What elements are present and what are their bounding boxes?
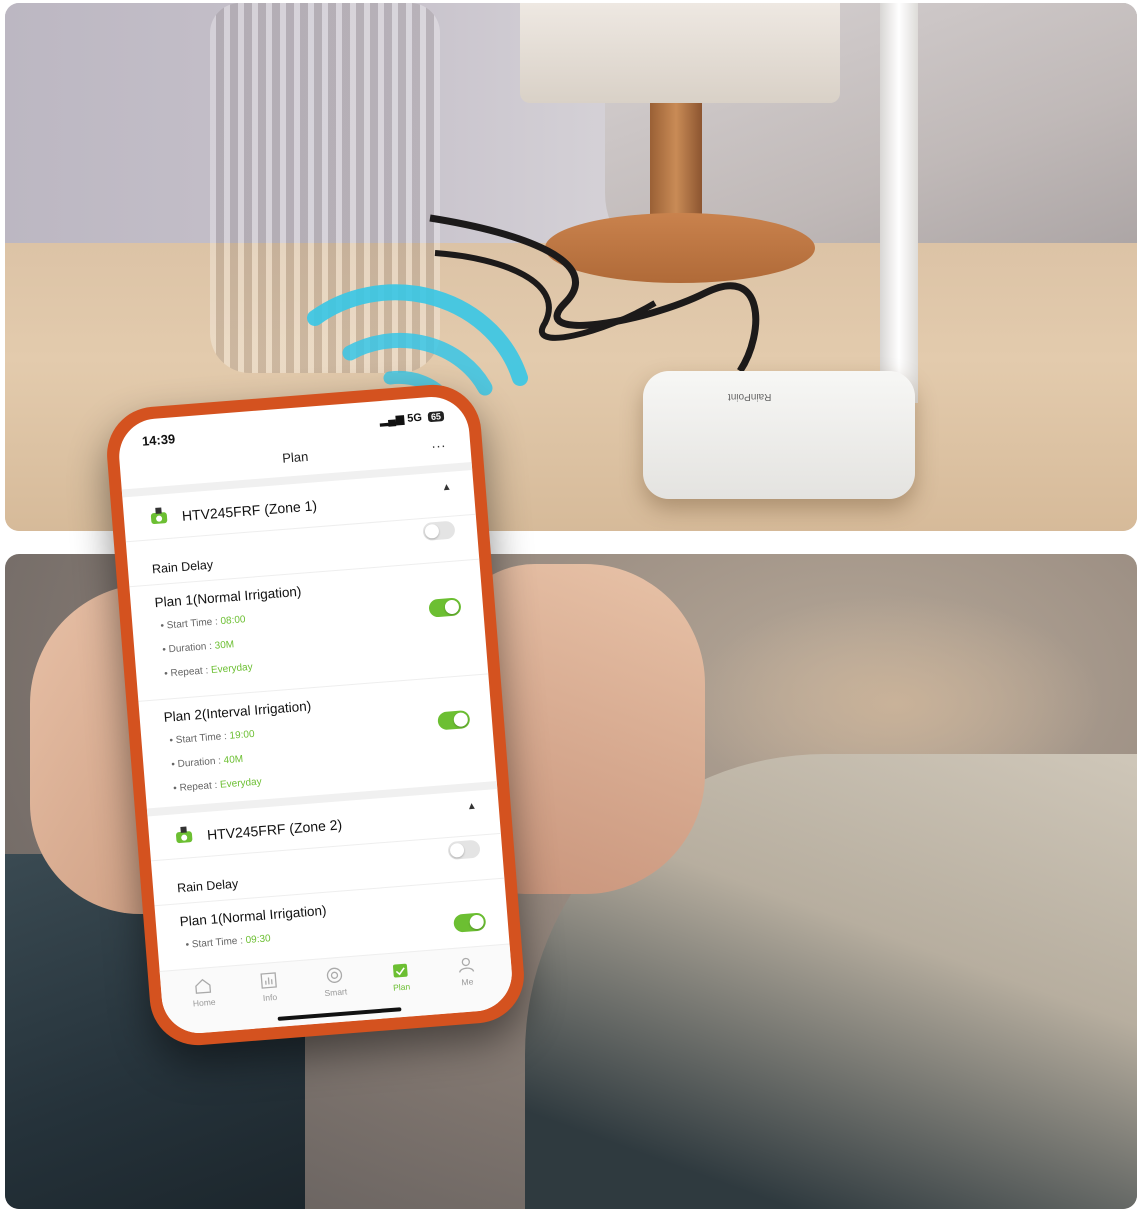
- lamp-pole: [880, 3, 918, 403]
- toggle-knob: [449, 842, 465, 858]
- plan-repeat: • Repeat : Everyday: [172, 776, 263, 795]
- tab-label: Home: [192, 996, 216, 1009]
- calendar-check-icon: [392, 963, 408, 978]
- chart-icon: [260, 972, 277, 989]
- status-time: 14:39: [141, 431, 176, 449]
- home-icon: [195, 978, 212, 994]
- toggle-knob: [453, 712, 469, 728]
- signal-bars-icon: ▂▄▆: [379, 413, 405, 428]
- zone-title: HTV245FRF (Zone 1): [181, 497, 318, 524]
- smartphone: 14:39 ▂▄▆ 5G 65 Plan ... HTV245FRF (Zone…: [103, 381, 528, 1049]
- tab-label: Smart: [324, 986, 348, 999]
- collapse-caret-icon[interactable]: ▲: [466, 801, 477, 813]
- zone-title: HTV245FRF (Zone 2): [206, 816, 343, 843]
- plan-repeat: • Repeat : Everyday: [163, 661, 254, 680]
- tab-me[interactable]: Me: [437, 954, 495, 989]
- tab-label: Plan: [392, 981, 411, 993]
- more-icon[interactable]: ...: [431, 434, 447, 451]
- home-indicator[interactable]: [277, 1007, 402, 1021]
- tab-home[interactable]: Home: [174, 975, 232, 1010]
- plan-duration: • Duration : 40M: [171, 753, 244, 771]
- toggle-knob: [444, 599, 460, 615]
- plan-title: Plan 2(Interval Irrigation): [163, 698, 312, 725]
- battery-icon: 65: [427, 411, 445, 423]
- valve-device-icon: [176, 826, 193, 844]
- rain-delay-toggle[interactable]: [447, 839, 481, 860]
- tab-info[interactable]: Info: [240, 969, 298, 1004]
- toggle-knob: [469, 914, 485, 930]
- tab-smart[interactable]: Smart: [306, 964, 364, 999]
- hub-brand-label: RainPoint: [728, 391, 772, 402]
- wifi-hub-device: RainPoint: [643, 371, 915, 499]
- phone-screen: 14:39 ▂▄▆ 5G 65 Plan ... HTV245FRF (Zone…: [116, 394, 515, 1036]
- rain-delay-label: Rain Delay: [176, 876, 239, 896]
- plan-duration: • Duration : 30M: [162, 639, 235, 656]
- plan-start-time: • Start Time : 08:00: [160, 614, 246, 632]
- status-signal: ▂▄▆ 5G 65: [379, 409, 445, 428]
- plan-start-time: • Start Time : 09:30: [185, 933, 272, 951]
- zone-card: HTV245FRF (Zone 1) ▲ Rain Delay Plan 1(N…: [122, 469, 496, 810]
- toggle-knob: [424, 523, 440, 539]
- plan-toggle[interactable]: [437, 709, 471, 731]
- network-type: 5G: [406, 411, 423, 425]
- plan-title: Plan 1(Normal Irrigation): [179, 902, 328, 930]
- plan-title: Plan 1(Normal Irrigation): [154, 583, 302, 611]
- valve-device-icon: [150, 507, 168, 525]
- tab-label: Info: [262, 991, 278, 1003]
- plan-toggle[interactable]: [453, 912, 487, 933]
- smart-icon: [326, 967, 343, 983]
- rain-delay-label: Rain Delay: [151, 557, 214, 577]
- plan-start-time: • Start Time : 19:00: [169, 728, 255, 747]
- user-icon: [459, 957, 475, 973]
- tab-plan[interactable]: Plan: [372, 959, 430, 994]
- plan-toggle[interactable]: [428, 597, 462, 618]
- tab-label: Me: [461, 976, 474, 988]
- rain-delay-toggle[interactable]: [422, 520, 456, 541]
- collapse-caret-icon[interactable]: ▲: [441, 482, 452, 494]
